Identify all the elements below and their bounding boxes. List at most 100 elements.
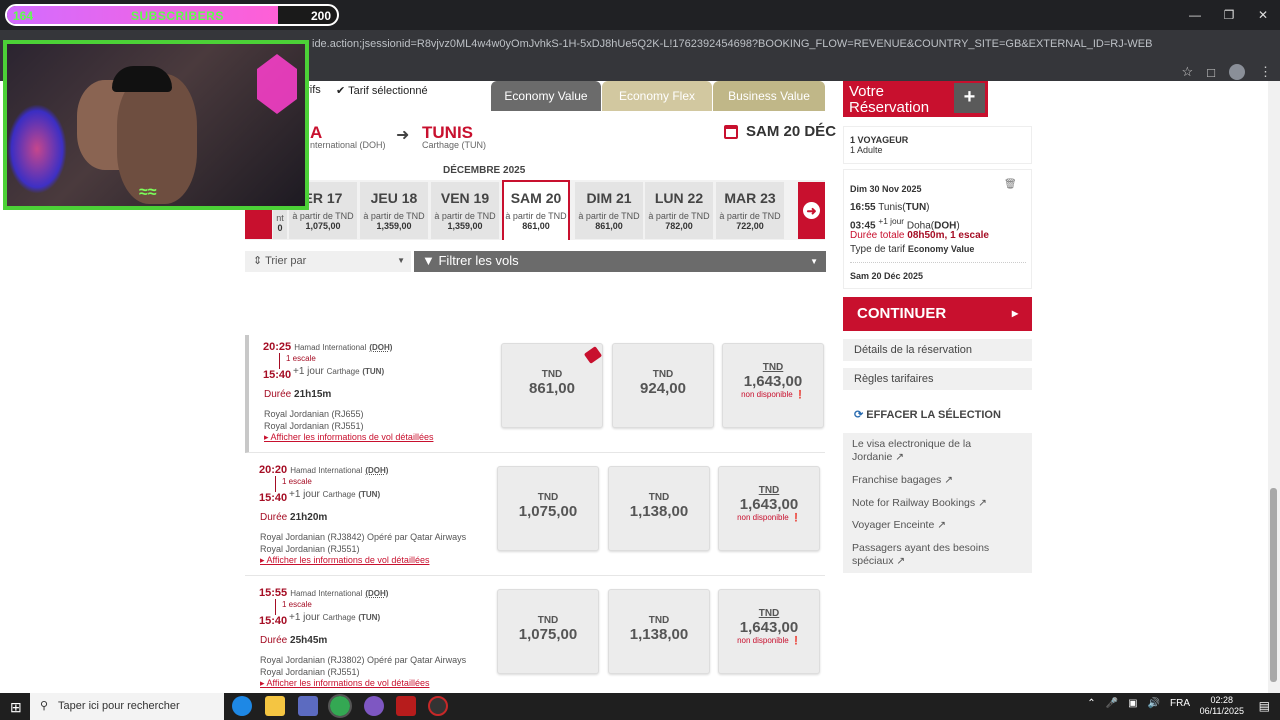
star-icon[interactable]: ☆	[1181, 64, 1193, 80]
close-icon[interactable]: ✕	[1246, 0, 1280, 30]
menu-icon[interactable]: ⋮	[1259, 64, 1272, 80]
flight-row[interactable]: 20:20 Hamad International (DOH) 1 escale 1…	[245, 458, 825, 576]
tab-economy-flex[interactable]: Economy Flex	[602, 81, 712, 111]
windows-start-icon[interactable]: ⊞	[10, 699, 22, 716]
tab-economy-value[interactable]: Economy Value	[491, 81, 601, 111]
chrome-icon[interactable]	[328, 694, 352, 718]
date-cell[interactable]: SAM 20 à partir de TND 861,00	[502, 180, 570, 240]
language-indicator[interactable]: FRA	[1170, 698, 1190, 709]
price-option[interactable]: TND 1,075,00	[497, 589, 599, 674]
price-amount: 1,643,00	[743, 373, 803, 390]
dep-airport: Hamad International	[290, 466, 363, 475]
network-icon[interactable]: ▣	[1128, 698, 1137, 709]
divider	[850, 262, 1026, 263]
link-railway-text: Note for Railway Bookings	[852, 497, 976, 509]
obs-icon[interactable]	[396, 696, 416, 716]
next-dates-button[interactable]: ➜	[798, 182, 825, 239]
price-option[interactable]: TND 924,00	[612, 343, 714, 428]
minimize-icon[interactable]: —	[1178, 0, 1212, 30]
restore-icon[interactable]: ❐	[1212, 0, 1246, 30]
filter-flights-button[interactable]: ▼ Filtrer les vols ▼	[414, 251, 826, 272]
price-currency: TND	[648, 615, 670, 626]
price-option[interactable]: TND 1,138,00	[608, 466, 710, 551]
info-icon: ❗	[790, 513, 801, 522]
chevron-right-icon: ▸	[1011, 306, 1018, 320]
neon-light	[7, 104, 67, 194]
link-railway[interactable]: Note for Railway Bookings ↗	[852, 497, 987, 510]
date-price: 861,00	[595, 221, 623, 231]
search-icon: ⚲	[40, 700, 49, 712]
date-price: 1,359,00	[447, 221, 483, 231]
calendar-icon	[724, 125, 738, 139]
cap	[112, 66, 172, 92]
link-jordan-visa[interactable]: Le visa electronique de la Jordanie ↗	[852, 438, 1012, 464]
arr-airport: Carthage	[322, 613, 356, 622]
expand-reservation-button[interactable]: +	[954, 83, 985, 113]
clear-selection-button[interactable]: ⟳ EFFACER LA SÉLECTION	[854, 408, 1001, 421]
continue-button[interactable]: CONTINUER ▸	[843, 297, 1032, 331]
notification-icon[interactable]: ▤	[1259, 699, 1270, 713]
info-icon: ❗	[790, 636, 801, 645]
duration-value: 08h50m, 1 escale	[907, 230, 989, 241]
flight-details-link[interactable]: ▸ Afficher les informations de vol détai…	[260, 678, 429, 689]
flight-details-link[interactable]: ▸ Afficher les informations de vol détai…	[264, 432, 433, 443]
date-cell[interactable]: MAR 23 à partir de TND 722,00	[716, 182, 784, 239]
file-explorer-icon[interactable]	[265, 696, 285, 716]
discord-icon[interactable]	[364, 696, 384, 716]
dep-airport: Hamad International	[290, 589, 363, 598]
taskbar-search[interactable]: ⚲ Taper ici pour rechercher	[30, 693, 224, 720]
date-cell[interactable]: DIM 21 à partir de TND 861,00	[575, 182, 643, 239]
next-day: +1 jour	[289, 489, 320, 500]
price-currency: TND	[652, 369, 674, 380]
edge-icon[interactable]	[232, 696, 252, 716]
operator-2: Royal Jordanian (RJ551)	[260, 667, 360, 677]
flight-row[interactable]: 20:25 Hamad International (DOH) 1 escale 1…	[245, 335, 825, 453]
chevron-up-icon[interactable]: ⌃	[1087, 698, 1095, 709]
fare-rules-button[interactable]: Règles tarifaires	[843, 368, 1032, 390]
duration: Durée 21h20m	[260, 512, 327, 523]
reservation-details-button[interactable]: Détails de la réservation	[843, 339, 1032, 361]
sort-dropdown[interactable]: ⇕ Trier par ▼	[245, 251, 411, 272]
duration-value: 21h20m	[290, 512, 328, 523]
route-line	[279, 353, 280, 369]
price-option[interactable]: TND 1,138,00	[608, 589, 710, 674]
price-option[interactable]: TND 1,075,00	[497, 466, 599, 551]
arr-airport: Carthage	[322, 490, 356, 499]
taskbar: ⊞ ⚲ Taper ici pour rechercher ⌃ 🎤 ▣ 🔊 FRA…	[0, 693, 1280, 720]
date-day: SAM 20	[510, 190, 562, 206]
price-amount: 1,643,00	[739, 496, 799, 513]
link-pregnant[interactable]: Voyager Enceinte ↗	[852, 519, 946, 532]
volume-icon[interactable]: 🔊	[1148, 698, 1160, 709]
date-price: 722,00	[736, 221, 764, 231]
duration-label: Durée totale	[850, 230, 905, 241]
unavailable-label: non disponible ❗	[719, 513, 819, 522]
route-line	[275, 599, 276, 615]
date-cell[interactable]: LUN 22 à partir de TND 782,00	[645, 182, 713, 239]
return-date: Sam 20 Déc 2025	[850, 271, 924, 281]
dep-time: 20:25	[263, 341, 292, 353]
link-baggage[interactable]: Franchise bagages ↗	[852, 474, 953, 487]
url-field[interactable]: ide.action;jsessionid=R8vjvz0ML4w4w0yOmJ…	[312, 38, 1152, 50]
price-amount: 1,643,00	[739, 619, 799, 636]
flight-details-link[interactable]: ▸ Afficher les informations de vol détai…	[260, 555, 429, 566]
trash-icon[interactable]: 🗑	[1004, 179, 1017, 190]
arrival-time: 15:40	[263, 369, 291, 381]
profile-avatar[interactable]	[1229, 64, 1245, 80]
mic-icon[interactable]: 🎤	[1106, 698, 1118, 709]
date-day: VEN 19	[440, 190, 490, 206]
arrival-detail: +1 jour Carthage (TUN)	[289, 489, 380, 500]
clock[interactable]: 02:28 06/11/2025	[1200, 695, 1244, 717]
calendar-month: DÉCEMBRE 2025	[443, 165, 526, 176]
link-special-needs[interactable]: Passagers ayant des besoins spéciaux ↗	[852, 542, 1002, 568]
departure-time: 20:20 Hamad International (DOH)	[259, 464, 388, 476]
date-cell[interactable]: VEN 19 à partir de TND 1,359,00	[431, 182, 499, 239]
tab-business-value[interactable]: Business Value	[713, 81, 825, 111]
store-icon[interactable]	[298, 696, 318, 716]
chevron-down-icon: ▼	[810, 257, 818, 266]
recorder-icon[interactable]	[428, 696, 448, 716]
scrollbar-thumb[interactable]	[1270, 488, 1277, 682]
extensions-icon[interactable]: □	[1207, 65, 1215, 80]
arrival-time: 15:40	[259, 492, 287, 504]
date-cell[interactable]: JEU 18 à partir de TND 1,359,00	[360, 182, 428, 239]
flight-row[interactable]: 15:55 Hamad International (DOH) 1 escale 1…	[245, 581, 825, 693]
